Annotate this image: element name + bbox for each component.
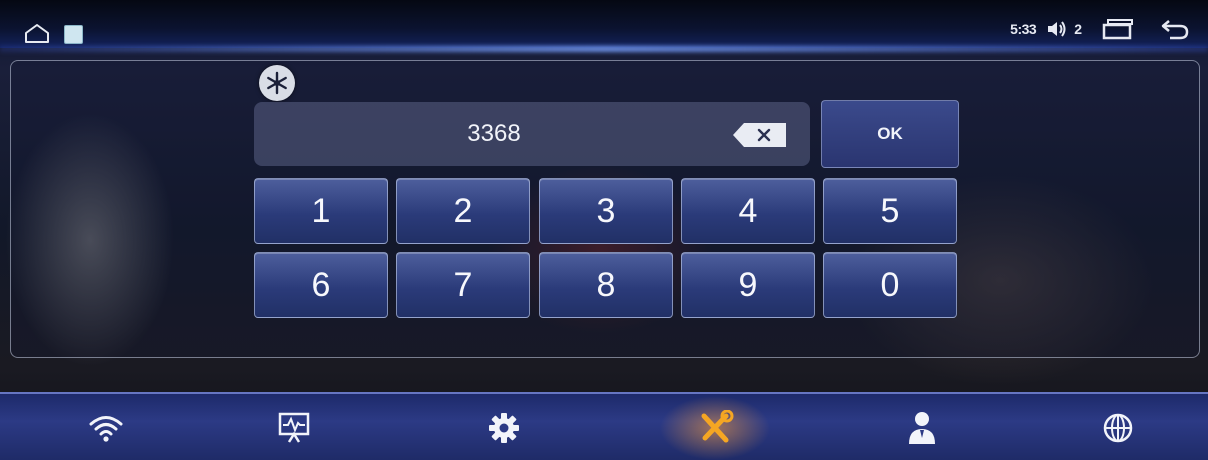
key-6[interactable]: 6 xyxy=(254,252,388,318)
recent-apps-icon[interactable] xyxy=(1102,18,1136,40)
status-bar-glow xyxy=(0,46,1208,52)
gear-icon xyxy=(489,413,519,443)
dock-user[interactable] xyxy=(886,394,958,460)
app-icon[interactable] xyxy=(64,25,83,44)
globe-icon xyxy=(1103,413,1133,443)
dock-wifi[interactable] xyxy=(70,394,142,460)
snowflake-icon xyxy=(259,65,295,101)
ok-button[interactable]: OK xyxy=(821,100,959,168)
key-1[interactable]: 1 xyxy=(254,178,388,244)
screen: 5:33 2 3368 OK 1 2 3 4 5 6 7 8 9 0 xyxy=(0,0,1208,460)
dock-tools[interactable] xyxy=(679,394,751,460)
home-icon[interactable] xyxy=(24,22,50,44)
pin-value: 3368 xyxy=(467,120,521,147)
key-8[interactable]: 8 xyxy=(539,252,673,318)
user-icon xyxy=(909,412,935,444)
key-5[interactable]: 5 xyxy=(823,178,957,244)
key-2[interactable]: 2 xyxy=(396,178,530,244)
key-9[interactable]: 9 xyxy=(681,252,815,318)
key-7[interactable]: 7 xyxy=(396,252,530,318)
volume-level: 2 xyxy=(1074,21,1082,37)
clock: 5:33 xyxy=(1010,21,1037,37)
key-0[interactable]: 0 xyxy=(823,252,957,318)
back-icon[interactable] xyxy=(1160,18,1190,40)
dock-settings[interactable] xyxy=(468,394,540,460)
backspace-icon[interactable] xyxy=(732,122,788,148)
display-icon xyxy=(278,412,310,443)
tools-icon xyxy=(701,410,734,443)
bottom-dock xyxy=(0,392,1208,460)
wifi-icon xyxy=(89,416,123,442)
key-4[interactable]: 4 xyxy=(681,178,815,244)
dock-language[interactable] xyxy=(1082,394,1154,460)
key-3[interactable]: 3 xyxy=(539,178,673,244)
volume-icon[interactable] xyxy=(1046,20,1068,38)
dock-display[interactable] xyxy=(258,394,330,460)
status-right: 5:33 2 xyxy=(1010,16,1190,42)
pin-display[interactable]: 3368 xyxy=(254,102,810,166)
status-bar: 5:33 2 xyxy=(0,0,1208,48)
